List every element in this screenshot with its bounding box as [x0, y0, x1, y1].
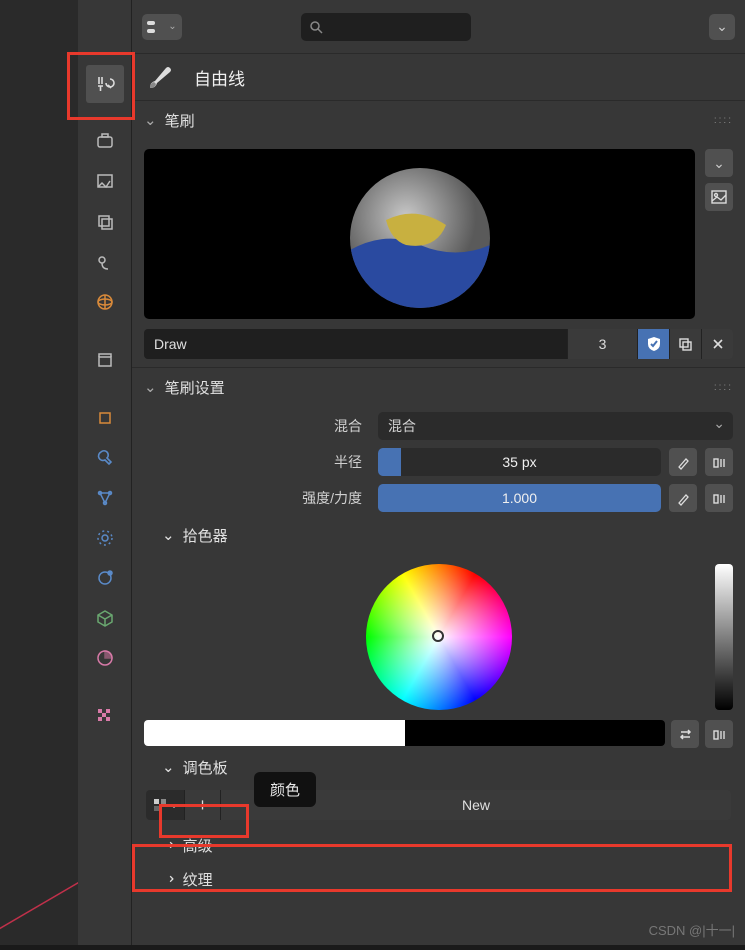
- chevron-down-icon: ⌄: [162, 758, 175, 776]
- radius-pressure-button[interactable]: [669, 448, 697, 476]
- strength-pressure-button[interactable]: [669, 484, 697, 512]
- brush-section-header[interactable]: ⌄ 笔刷 ::::: [132, 101, 745, 139]
- strength-label: 强度/力度: [144, 488, 370, 508]
- scene-tab-icon[interactable]: [86, 243, 124, 281]
- brush-users-count[interactable]: 3: [567, 329, 637, 359]
- primary-color[interactable]: [144, 720, 405, 746]
- object-tab-icon[interactable]: [86, 399, 124, 437]
- radius-unit-button[interactable]: [705, 448, 733, 476]
- brush-settings-header[interactable]: ⌄ 笔刷设置 ::::: [132, 368, 745, 406]
- tool-label: 自由线: [194, 65, 245, 90]
- chevron-down-icon: ⌄: [144, 378, 157, 396]
- annotation-highlight-tool-tab: [67, 52, 135, 120]
- search-icon: [309, 20, 323, 34]
- collection-tab-icon[interactable]: [86, 341, 124, 379]
- swap-colors-button[interactable]: [671, 720, 699, 748]
- brush-expand-button[interactable]: ⌄: [705, 149, 733, 177]
- tooltip: 颜色: [254, 772, 316, 807]
- viewport-empty: [0, 0, 78, 945]
- particle-tab-icon[interactable]: [86, 479, 124, 517]
- viewlayer-tab-icon[interactable]: [86, 203, 124, 241]
- physics-tab-icon[interactable]: [86, 519, 124, 557]
- world-tab-icon[interactable]: [86, 283, 124, 321]
- search-input[interactable]: [301, 13, 471, 41]
- radius-label: 半径: [144, 452, 370, 472]
- material-tab-icon[interactable]: [86, 639, 124, 677]
- color-options-button[interactable]: [705, 720, 733, 748]
- annotation-highlight-new-row: [132, 844, 732, 892]
- palette-header[interactable]: ⌄ 调色板: [132, 750, 745, 784]
- radius-slider[interactable]: 35 px: [378, 448, 661, 476]
- render-tab-icon[interactable]: [86, 123, 124, 161]
- tool-header: 自由线: [132, 54, 745, 100]
- brush-image-button[interactable]: [705, 183, 733, 211]
- panel-topbar: ⌄ ⌄: [132, 0, 745, 54]
- fake-user-button[interactable]: [637, 329, 669, 359]
- watermark: CSDN @|十一|: [649, 920, 735, 939]
- brush-name-input[interactable]: [144, 329, 567, 359]
- brush-icon: [146, 62, 176, 92]
- drag-handle-icon[interactable]: ::::: [714, 115, 733, 126]
- options-dropdown-button[interactable]: ⌄: [709, 14, 735, 40]
- modifier-tab-icon[interactable]: [86, 439, 124, 477]
- value-slider[interactable]: [715, 564, 733, 710]
- blend-label: 混合: [144, 416, 370, 436]
- unlink-button[interactable]: [701, 329, 733, 359]
- secondary-color[interactable]: [405, 720, 666, 746]
- texture-tab-icon[interactable]: [86, 697, 124, 735]
- color-cursor[interactable]: [432, 630, 444, 642]
- color-picker-header[interactable]: ⌄ 拾色器: [132, 518, 745, 552]
- brush-preview[interactable]: [144, 149, 695, 319]
- duplicate-button[interactable]: [669, 329, 701, 359]
- color-swatch[interactable]: [144, 720, 665, 746]
- blend-mode-select[interactable]: 混合: [378, 412, 733, 440]
- chevron-down-icon: ⌄: [162, 526, 175, 544]
- brush-section: ⌄ 笔刷 :::: ⌄: [132, 100, 745, 359]
- drag-handle-icon[interactable]: ::::: [714, 382, 733, 393]
- color-wheel[interactable]: [366, 564, 512, 710]
- strength-slider[interactable]: 1.000: [378, 484, 661, 512]
- chevron-down-icon: ⌄: [144, 111, 157, 129]
- constraint-tab-icon[interactable]: [86, 559, 124, 597]
- annotation-highlight-palette-header: [159, 804, 249, 838]
- properties-sidebar: [78, 0, 132, 945]
- display-options-button[interactable]: ⌄: [142, 14, 182, 40]
- output-tab-icon[interactable]: [86, 163, 124, 201]
- mesh-tab-icon[interactable]: [86, 599, 124, 637]
- strength-unit-button[interactable]: [705, 484, 733, 512]
